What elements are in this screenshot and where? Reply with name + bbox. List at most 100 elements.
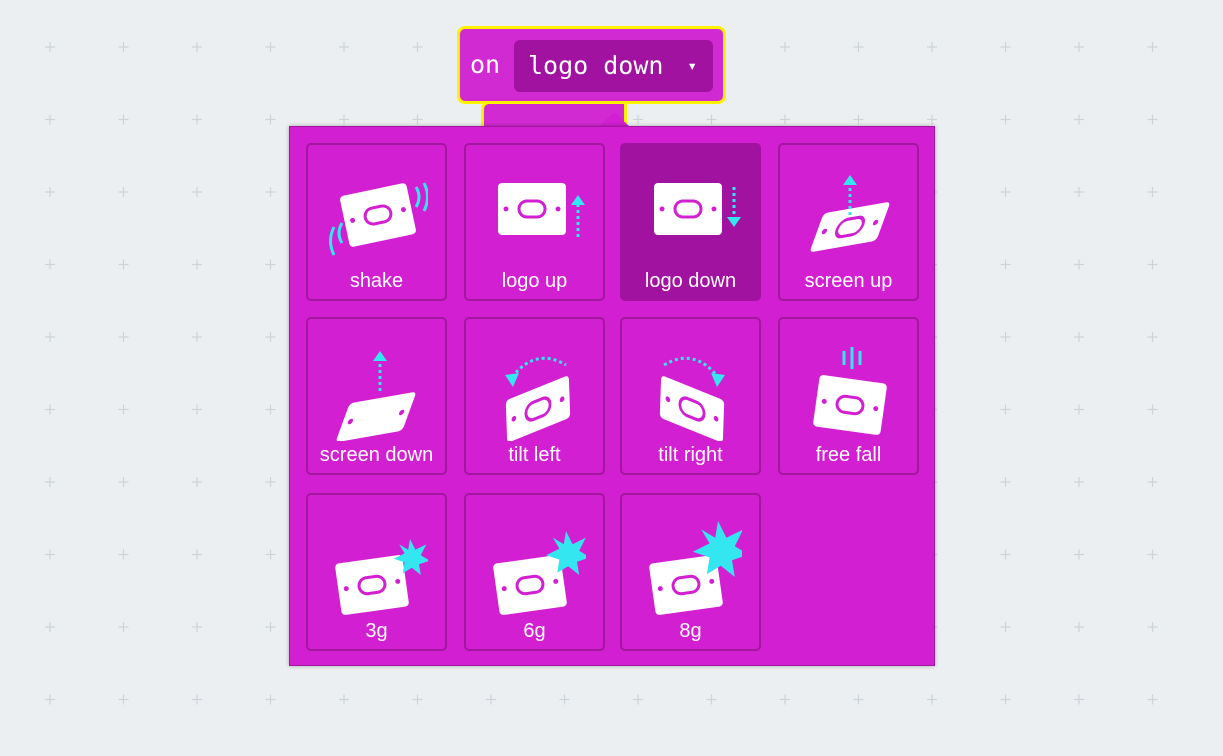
grid-mark bbox=[192, 694, 202, 705]
block-label: on bbox=[470, 50, 501, 79]
8g-icon bbox=[649, 521, 742, 615]
shake-icon bbox=[329, 182, 428, 256]
grid-mark bbox=[265, 187, 276, 197]
grid-mark bbox=[1147, 332, 1158, 342]
gesture-option-screen-down[interactable]: screen down bbox=[306, 317, 447, 475]
grid-mark bbox=[45, 622, 55, 632]
gesture-option-tilt-left[interactable]: tilt left bbox=[464, 317, 605, 475]
grid-mark bbox=[412, 42, 423, 52]
grid-mark bbox=[412, 114, 423, 125]
grid-mark bbox=[118, 404, 129, 415]
option-label: logo down bbox=[644, 270, 737, 292]
grid-mark bbox=[45, 187, 55, 197]
grid-mark bbox=[1074, 114, 1084, 125]
grid-mark bbox=[265, 694, 276, 705]
screen-down-icon bbox=[336, 351, 416, 441]
gesture-option-3g[interactable]: 3g bbox=[306, 493, 447, 651]
grid-mark bbox=[118, 622, 129, 632]
grid-mark bbox=[1147, 114, 1158, 125]
grid-mark bbox=[45, 42, 55, 52]
grid-mark bbox=[192, 332, 202, 342]
grid-mark bbox=[265, 42, 276, 52]
gesture-option-logo-down[interactable]: logo down bbox=[620, 143, 761, 301]
grid-mark bbox=[118, 187, 129, 197]
grid-mark bbox=[265, 622, 276, 632]
grid-mark bbox=[1147, 477, 1158, 487]
grid-mark bbox=[780, 42, 790, 52]
grid-mark bbox=[45, 114, 55, 125]
grid-mark bbox=[339, 42, 349, 52]
grid-mark bbox=[1000, 187, 1011, 197]
6g-icon bbox=[493, 530, 586, 615]
grid-mark bbox=[192, 42, 202, 52]
field-value: logo down bbox=[528, 51, 664, 80]
gesture-option-6g[interactable]: 6g bbox=[464, 493, 605, 651]
grid-mark bbox=[118, 549, 129, 560]
grid-mark bbox=[927, 694, 937, 705]
grid-mark bbox=[1147, 694, 1158, 705]
gesture-option-free-fall[interactable]: free fall bbox=[778, 317, 919, 475]
grid-mark bbox=[339, 694, 349, 705]
grid-mark bbox=[118, 694, 129, 705]
grid-mark bbox=[1074, 622, 1084, 632]
grid-mark bbox=[1000, 259, 1011, 270]
grid-mark bbox=[1074, 332, 1084, 342]
grid-mark bbox=[1074, 477, 1084, 487]
grid-mark bbox=[927, 42, 937, 52]
grid-mark bbox=[412, 694, 423, 705]
grid-mark bbox=[118, 114, 129, 125]
option-label: screen up bbox=[804, 270, 893, 292]
grid-mark bbox=[118, 259, 129, 270]
grid-mark bbox=[1074, 259, 1084, 270]
caret-down-icon: ▾ bbox=[687, 56, 697, 75]
grid-mark bbox=[192, 259, 202, 270]
grid-mark bbox=[1000, 477, 1011, 487]
dropdown-pointer bbox=[598, 112, 630, 127]
grid-mark bbox=[1000, 332, 1011, 342]
option-label: screen down bbox=[319, 444, 434, 466]
grid-mark bbox=[1074, 694, 1084, 705]
grid-mark bbox=[1000, 622, 1011, 632]
option-label: logo up bbox=[501, 270, 568, 292]
gesture-option-logo-up[interactable]: logo up bbox=[464, 143, 605, 301]
gesture-option-shake[interactable]: shake bbox=[306, 143, 447, 301]
grid-mark bbox=[265, 549, 276, 560]
grid-mark bbox=[1000, 404, 1011, 415]
gesture-option-8g[interactable]: 8g bbox=[620, 493, 761, 651]
grid-mark bbox=[1147, 622, 1158, 632]
option-label: free fall bbox=[815, 444, 882, 466]
grid-mark bbox=[45, 404, 55, 415]
gesture-option-screen-up[interactable]: screen up bbox=[778, 143, 919, 301]
grid-mark bbox=[45, 332, 55, 342]
grid-mark bbox=[45, 259, 55, 270]
grid-mark bbox=[192, 114, 202, 125]
grid-mark bbox=[1074, 42, 1084, 52]
free-fall-icon bbox=[813, 347, 887, 435]
grid-mark bbox=[192, 404, 202, 415]
gesture-option-tilt-right[interactable]: tilt right bbox=[620, 317, 761, 475]
grid-mark bbox=[339, 114, 349, 125]
grid-mark bbox=[118, 42, 129, 52]
screen-up-icon bbox=[810, 175, 890, 252]
grid-mark bbox=[1000, 694, 1011, 705]
option-label: 3g bbox=[365, 620, 388, 642]
grid-mark bbox=[192, 477, 202, 487]
grid-mark bbox=[265, 404, 276, 415]
grid-mark bbox=[1147, 187, 1158, 197]
grid-mark bbox=[118, 332, 129, 342]
gesture-dropdown-field[interactable]: logo down ▾ bbox=[514, 40, 713, 92]
grid-mark bbox=[1147, 42, 1158, 52]
tilt-left-icon bbox=[505, 356, 571, 441]
grid-mark bbox=[1074, 404, 1084, 415]
grid-mark bbox=[192, 187, 202, 197]
grid-mark bbox=[780, 114, 790, 125]
grid-mark bbox=[1074, 549, 1084, 560]
grid-mark bbox=[780, 694, 790, 705]
option-label: tilt right bbox=[658, 444, 723, 466]
grid-mark bbox=[1000, 114, 1011, 125]
grid-mark bbox=[265, 332, 276, 342]
grid-mark bbox=[486, 694, 496, 705]
grid-mark bbox=[927, 114, 937, 125]
grid-mark bbox=[192, 549, 202, 560]
logo-up-icon bbox=[498, 183, 585, 237]
